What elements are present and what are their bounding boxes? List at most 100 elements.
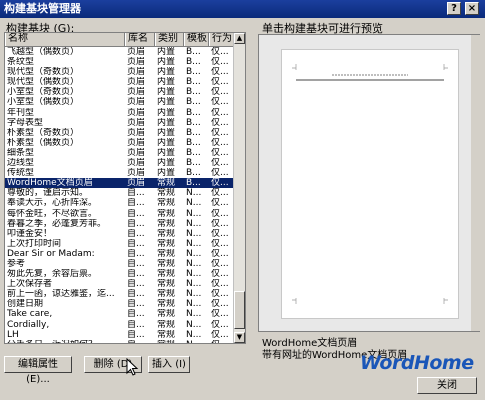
list-item-name: 小室型（奇数页） xyxy=(7,87,80,98)
scroll-down-arrow-icon[interactable]: ▼ xyxy=(234,332,245,343)
list-item-category: 内置 xyxy=(157,127,176,138)
list-item[interactable]: 朴素型（奇数页） 页眉 内置 B... 仅... xyxy=(5,128,237,138)
list-item[interactable]: 飞越型（偶数页） 页眉 内置 B... 仅... xyxy=(5,47,237,57)
list-item-name: 朴素型（偶数页） xyxy=(7,137,80,148)
mouse-cursor-icon xyxy=(126,358,139,376)
list-item-category: 内置 xyxy=(157,107,176,118)
list-item[interactable]: LH 自... 常规 N... 仅... xyxy=(5,330,237,340)
list-item-template: B... xyxy=(186,127,201,138)
list-item-template: N... xyxy=(186,329,202,340)
list-item[interactable]: 小室型（奇数页） 页眉 内置 B... 仅... xyxy=(5,87,237,97)
list-item-gallery: 自... xyxy=(127,309,145,320)
list-item-template: N... xyxy=(186,309,202,320)
list-item-name: 飞越型（偶数页） xyxy=(7,47,80,57)
list-item[interactable]: Cordially, 自... 常规 N... 仅... xyxy=(5,320,237,330)
list-item-category: 内置 xyxy=(157,168,176,179)
list-item-gallery: 自... xyxy=(127,188,145,199)
edit-properties-button[interactable]: 编辑属性 (E)... xyxy=(4,356,72,385)
list-item-template: N... xyxy=(186,269,202,280)
list-item[interactable]: 创建日期 自... 常规 N... 仅... xyxy=(5,299,237,309)
list-item-gallery: 页眉 xyxy=(127,168,146,179)
list-item-gallery: 页眉 xyxy=(127,67,146,78)
list-item-category: 内置 xyxy=(157,117,176,128)
scroll-thumb[interactable] xyxy=(234,291,245,329)
list-item[interactable]: 年刊型 页眉 内置 B... 仅... xyxy=(5,108,237,118)
list-item-name: WordHome文档页眉 xyxy=(7,178,93,189)
list-item[interactable]: 现代型（奇数页） 页眉 内置 B... 仅... xyxy=(5,67,237,77)
list-item-template: B... xyxy=(186,147,201,158)
list-item-template: N... xyxy=(186,258,202,269)
list-item[interactable]: WordHome文档页眉 页眉 常规 B... 仅... xyxy=(5,178,237,189)
list-item-template: B... xyxy=(186,77,201,88)
list-item[interactable]: 春暮之季，必蓬复芳菲。 自... 常规 N... 仅... xyxy=(5,219,237,229)
list-item-name: 边线型 xyxy=(7,158,35,169)
list-item-category: 内置 xyxy=(157,67,176,78)
list-item-gallery: 自... xyxy=(127,248,145,259)
close-button[interactable]: 关闭 xyxy=(417,377,477,394)
preview-scrollbar[interactable] xyxy=(471,35,480,331)
list-item-template: B... xyxy=(186,137,201,148)
list-item-name: 参考 xyxy=(7,258,26,269)
column-header-gallery[interactable]: 库名 xyxy=(125,33,155,46)
list-item[interactable]: 上次保存者 自... 常规 N... 仅... xyxy=(5,279,237,289)
list-item[interactable]: 尊敬的，谨启示知。 自... 常规 N... 仅... xyxy=(5,188,237,198)
column-header-template[interactable]: 模板 xyxy=(184,33,209,46)
list-item[interactable]: 前上一函，谅达雅鉴，迄... 自... 常规 N... 仅... xyxy=(5,289,237,299)
list-item-gallery: 自... xyxy=(127,329,145,340)
scroll-up-arrow-icon[interactable]: ▲ xyxy=(234,33,245,44)
list-item-gallery: 页眉 xyxy=(127,178,146,189)
list-item-category: 内置 xyxy=(157,147,176,158)
list-item[interactable]: 匆此先复，余容后禀。 自... 常规 N... 仅... xyxy=(5,269,237,279)
list-scrollbar[interactable]: ▲ ▼ xyxy=(233,33,245,343)
list-item-name: 传统型 xyxy=(7,168,35,179)
list-item[interactable]: Dear Sir or Madam: 自... 常规 N... 仅... xyxy=(5,249,237,259)
list-item-template: N... xyxy=(186,188,202,199)
list-item[interactable]: 上次打印时间 自... 常规 N... 仅... xyxy=(5,239,237,249)
list-item-gallery: 页眉 xyxy=(127,158,146,169)
list-item-template: N... xyxy=(186,218,202,229)
list-item-category: 内置 xyxy=(157,77,176,88)
list-item-category: 常规 xyxy=(157,238,176,249)
list-item[interactable]: 边线型 页眉 内置 B... 仅... xyxy=(5,158,237,168)
list-rows: 飞越型（偶数页） 页眉 内置 B... 仅... 条纹型 页眉 内置 B... 仅... 现代型（奇… xyxy=(5,47,237,343)
list-item[interactable]: 奉读大示，心折阵深。 自... 常规 N... 仅... xyxy=(5,198,237,208)
list-item-category: 常规 xyxy=(157,178,176,189)
help-button[interactable]: ? xyxy=(447,2,461,15)
list-item-category: 常规 xyxy=(157,248,176,259)
list-item-name: 创建日期 xyxy=(7,299,44,310)
list-item[interactable]: Take care, 自... 常规 N... 仅... xyxy=(5,309,237,319)
list-item-category: 常规 xyxy=(157,269,176,280)
list-item-template: B... xyxy=(186,47,201,57)
list-item-template: N... xyxy=(186,299,202,310)
close-window-button[interactable]: × xyxy=(465,2,479,15)
building-blocks-list[interactable]: 名称 库名 类别 模板 行为 飞越型（偶数页） 页眉 内置 B... 仅... 条纹型 页眉… xyxy=(4,32,246,344)
list-item-category: 常规 xyxy=(157,188,176,199)
list-item-template: B... xyxy=(186,117,201,128)
wordhome-logo: WordHome xyxy=(360,352,474,374)
column-header-category[interactable]: 类别 xyxy=(155,33,184,46)
list-item-name: 奉读大示，心折阵深。 xyxy=(7,198,98,209)
list-item[interactable]: 参考 自... 常规 N... 仅... xyxy=(5,259,237,269)
list-item[interactable]: 每怀金旺，不尽欲言。 自... 常规 N... 仅... xyxy=(5,209,237,219)
list-item[interactable]: 分手多日，近况如何？自...常规N...仅... xyxy=(5,340,237,343)
list-item-name: 条纹型 xyxy=(7,57,35,68)
list-item-category: 常规 xyxy=(157,218,176,229)
list-item[interactable]: 传统型 页眉 内置 B... 仅... xyxy=(5,168,237,178)
list-item[interactable]: 现代型（偶数页） 页眉 内置 B... 仅... xyxy=(5,77,237,87)
list-item-category: 常规 xyxy=(157,299,176,310)
list-item-name: 细条型 xyxy=(7,147,35,158)
list-item[interactable]: 字母表型 页眉 内置 B... 仅... xyxy=(5,118,237,128)
list-item-gallery: 自... xyxy=(127,269,145,280)
list-item-template: N... xyxy=(186,279,202,290)
preview-page xyxy=(281,49,459,319)
list-item[interactable]: 小室型（偶数页） 页眉 内置 B... 仅... xyxy=(5,97,237,107)
column-header-name[interactable]: 名称 xyxy=(5,33,125,46)
list-item[interactable]: 细条型 页眉 内置 B... 仅... xyxy=(5,148,237,158)
list-item[interactable]: 朴素型（偶数页） 页眉 内置 B... 仅... xyxy=(5,138,237,148)
list-item[interactable]: 叩谨金安！ 自... 常规 N... 仅... xyxy=(5,229,237,239)
title-bar: 构建基块管理器 ? × xyxy=(0,0,485,18)
list-item[interactable]: 条纹型 页眉 内置 B... 仅... xyxy=(5,57,237,67)
insert-button[interactable]: 插入 (I) xyxy=(148,356,190,373)
list-item-template: B... xyxy=(186,178,201,189)
list-item-gallery: 自... xyxy=(127,228,145,239)
